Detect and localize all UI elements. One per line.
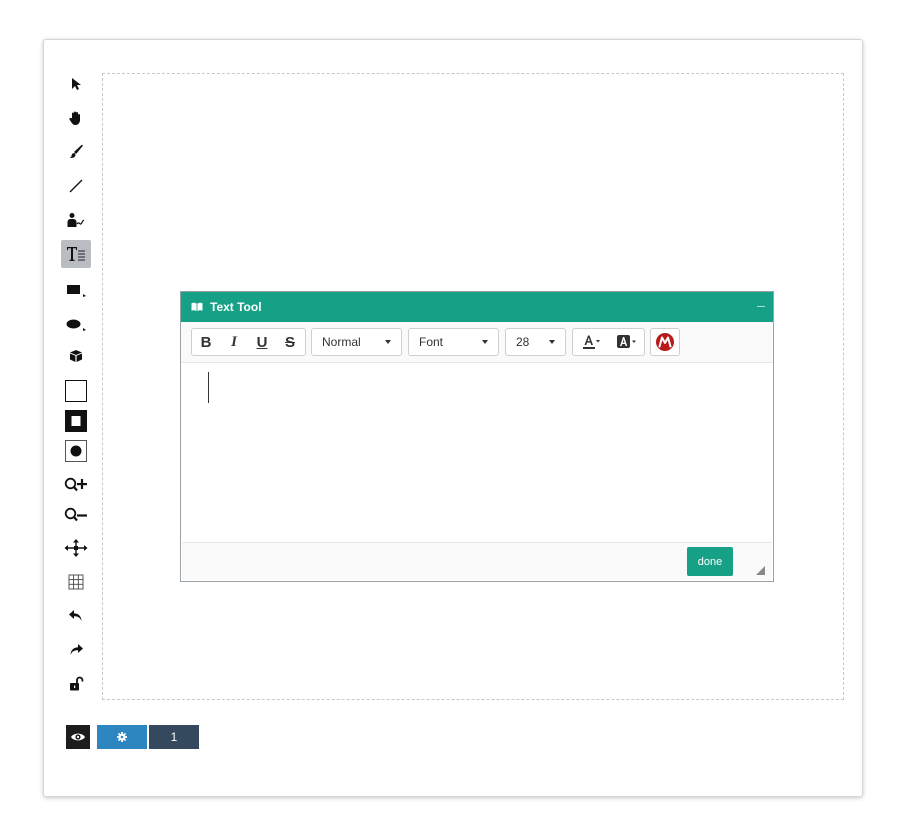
signature-icon <box>67 213 85 227</box>
signature-tool-button[interactable] <box>61 206 91 234</box>
grid-icon <box>68 574 84 590</box>
math-symbol-icon <box>656 333 674 351</box>
text-editor-area[interactable] <box>182 364 772 542</box>
chevron-down-icon <box>482 340 488 344</box>
color-button-group <box>572 328 645 356</box>
gear-icon <box>117 732 127 742</box>
format-button-group: B I U S <box>191 328 306 356</box>
book-open-icon <box>191 302 203 312</box>
rectangle-icon <box>67 285 86 297</box>
unlock-icon <box>70 676 84 691</box>
text-cursor <box>208 372 209 403</box>
italic-button[interactable]: I <box>220 329 248 355</box>
eye-icon <box>71 733 85 741</box>
grid-button[interactable] <box>61 568 91 596</box>
brush-tool-button[interactable] <box>61 138 91 166</box>
background-color-button[interactable] <box>609 329 645 355</box>
chevron-down-icon <box>549 340 555 344</box>
fill-square-icon <box>65 410 87 432</box>
resize-handle-icon[interactable] <box>756 566 765 575</box>
paragraph-style-value: Normal <box>322 335 361 349</box>
preview-button[interactable] <box>66 725 90 749</box>
move-button[interactable] <box>61 534 91 562</box>
settings-button[interactable] <box>97 725 147 749</box>
text-color-button[interactable] <box>573 329 609 355</box>
text-tool-button[interactable] <box>61 240 91 268</box>
rectangle-tool-button[interactable] <box>61 276 91 304</box>
stroke-color-button[interactable] <box>61 377 91 405</box>
text-format-toolbar: B I U S Normal Font 28 <box>181 322 773 363</box>
redo-button[interactable] <box>61 636 91 664</box>
math-formula-button[interactable] <box>650 328 680 356</box>
undo-button[interactable] <box>61 602 91 630</box>
font-size-select[interactable]: 28 <box>505 328 566 356</box>
pan-tool-button[interactable] <box>61 104 91 132</box>
fill-color-button[interactable] <box>61 407 91 435</box>
arrow-pointer-icon <box>72 78 81 90</box>
font-background-icon <box>617 335 637 348</box>
select-tool-button[interactable] <box>61 70 91 98</box>
line-icon <box>69 179 83 193</box>
dialog-title: Text Tool <box>210 300 262 314</box>
hand-icon <box>69 111 80 125</box>
ellipse-icon <box>66 319 86 331</box>
dialog-title-bar[interactable]: Text Tool <box>181 292 773 322</box>
font-family-select[interactable]: Font <box>408 328 499 356</box>
ellipse-tool-button[interactable] <box>61 310 91 338</box>
zoom-in-button[interactable] <box>61 472 91 500</box>
undo-icon <box>69 610 82 621</box>
chevron-down-icon <box>385 340 391 344</box>
minimize-icon[interactable] <box>757 306 765 307</box>
zoom-out-button[interactable] <box>61 502 91 530</box>
page-number-button[interactable]: 1 <box>149 725 199 749</box>
redo-icon <box>70 644 83 655</box>
bottom-bar: 1 <box>66 725 199 749</box>
text-tool-icon <box>67 247 85 261</box>
cube-icon <box>70 350 82 362</box>
done-button[interactable]: done <box>687 547 733 576</box>
lock-button[interactable] <box>61 670 91 698</box>
strikethrough-button[interactable]: S <box>276 329 304 355</box>
bold-button[interactable]: B <box>192 329 220 355</box>
brush-size-button[interactable] <box>61 437 91 465</box>
move-arrows-icon <box>64 539 88 557</box>
paintbrush-icon <box>69 144 83 159</box>
font-color-icon <box>582 335 600 349</box>
underline-button[interactable]: U <box>248 329 276 355</box>
zoom-out-icon <box>64 507 87 522</box>
font-family-value: Font <box>419 335 444 349</box>
dialog-footer: done <box>182 542 772 580</box>
stroke-square-icon <box>65 380 87 402</box>
font-size-value: 28 <box>516 335 530 349</box>
zoom-in-icon <box>64 477 87 492</box>
paragraph-style-select[interactable]: Normal <box>311 328 402 356</box>
line-tool-button[interactable] <box>61 172 91 200</box>
text-tool-dialog: Text Tool B I U S Normal Font 28 done <box>180 291 774 582</box>
3d-shape-tool-button[interactable] <box>61 342 91 370</box>
brush-size-icon <box>65 440 87 462</box>
